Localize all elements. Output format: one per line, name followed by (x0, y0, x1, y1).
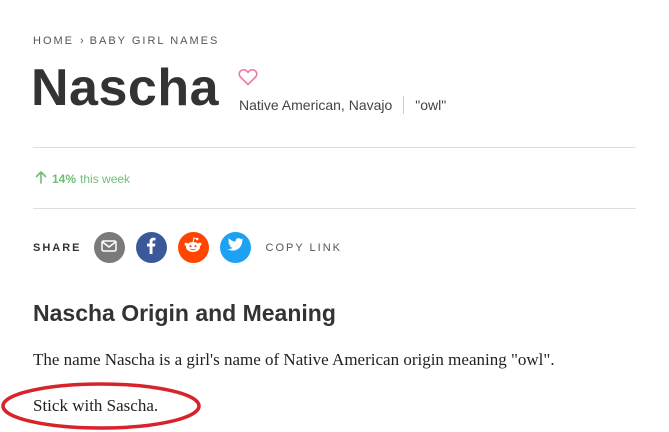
divider-bottom (33, 208, 636, 209)
trend-percent: 14% (52, 171, 77, 186)
reddit-icon (183, 237, 203, 258)
meta-divider (403, 96, 405, 114)
name-meaning: "owl" (415, 97, 447, 113)
popularity-trend: 14% this week (35, 170, 130, 187)
heart-outline-icon[interactable] (238, 68, 258, 86)
breadcrumb-separator: › (80, 35, 84, 47)
trend-label: this week (80, 171, 131, 186)
reddit-share-button[interactable] (177, 232, 209, 263)
section-heading: Nascha Origin and Meaning (33, 300, 336, 326)
twitter-icon (227, 238, 244, 257)
name-meta: Native American, Navajo "owl" (239, 96, 446, 114)
copy-link-button[interactable]: COPY LINK (266, 242, 343, 254)
facebook-share-button[interactable] (135, 232, 167, 263)
breadcrumb-category-link[interactable]: BABY GIRL NAMES (90, 35, 220, 47)
breadcrumb: HOME › BABY GIRL NAMES (33, 35, 219, 47)
red-annotation-ellipse (1, 382, 201, 430)
breadcrumb-home-link[interactable]: HOME (33, 35, 74, 47)
email-share-button[interactable] (93, 232, 125, 263)
meaning-paragraph: The name Nascha is a girl's name of Nati… (33, 350, 555, 369)
envelope-icon (101, 239, 117, 257)
facebook-icon (146, 237, 156, 259)
share-bar: SHARE COPY LINK (33, 232, 342, 263)
page-title: Nascha (31, 59, 219, 117)
share-label: SHARE (33, 241, 82, 254)
name-origin: Native American, Navajo (239, 97, 393, 113)
divider-top (33, 147, 636, 148)
arrow-up-icon (35, 170, 47, 187)
twitter-share-button[interactable] (219, 232, 251, 263)
